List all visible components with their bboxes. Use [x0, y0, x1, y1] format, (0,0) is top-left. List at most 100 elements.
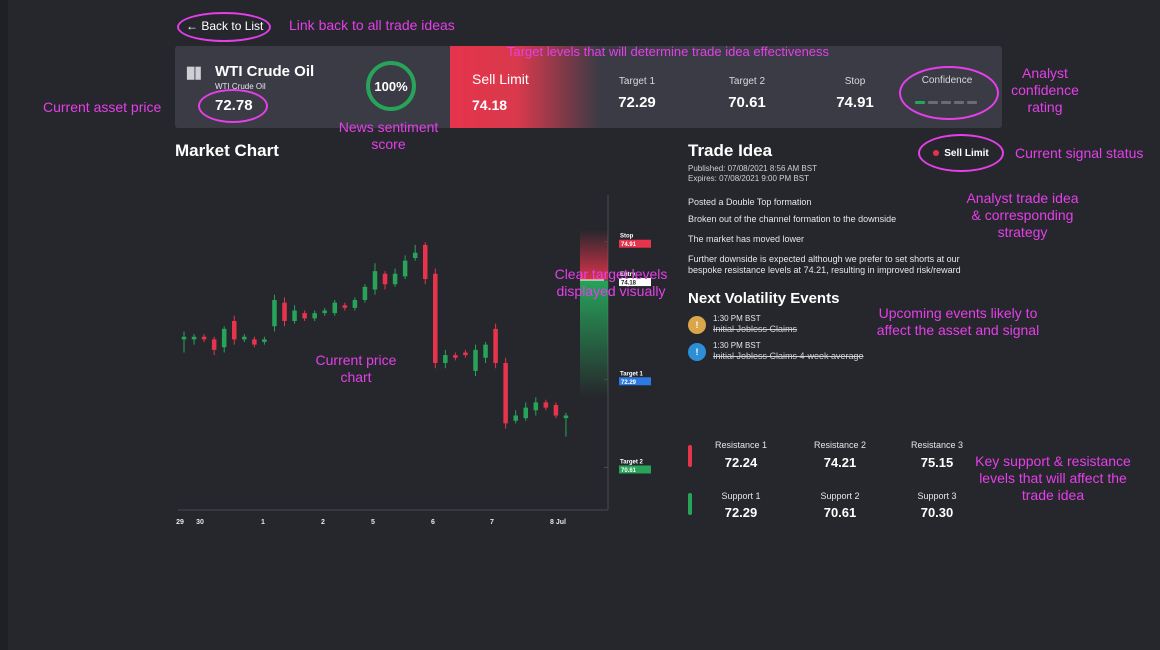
candle-body	[563, 415, 569, 419]
annotation-target-visual: Clear target levels displayed visually	[546, 266, 676, 300]
candle-body	[503, 363, 508, 424]
x-tick-label: 8 Jul	[550, 519, 566, 526]
candle-body	[513, 415, 518, 421]
trade-idea-point: Further downside is expected although we…	[688, 254, 961, 275]
level-tag-value: 70.61	[621, 468, 637, 474]
x-tick-label: 7	[490, 519, 494, 526]
support-value: 72.29	[724, 505, 758, 520]
x-tick-label: 5	[371, 519, 375, 526]
candle-body	[473, 349, 478, 371]
candle-body	[262, 339, 267, 342]
event-name[interactable]: Initial Jobless Claims 4-week average	[713, 351, 864, 361]
annotation-events: Upcoming events likely to affect the ass…	[858, 305, 1058, 339]
annotation-price-chart-line2: chart	[340, 369, 372, 385]
candle-body	[282, 302, 287, 321]
market-chart[interactable]: Stop74.91Entry74.18Target 172.29Target 2…	[170, 185, 670, 530]
candle-body	[392, 273, 398, 285]
support-label: Support 2	[820, 491, 860, 501]
candle-body	[231, 321, 237, 340]
x-tick-label: 30	[196, 519, 204, 526]
candle-body	[211, 339, 217, 350]
candle-body	[252, 339, 257, 345]
annotation-target-visual-line2: displayed visually	[556, 283, 666, 299]
alert-icon: !	[688, 343, 706, 361]
candle-body	[463, 352, 468, 356]
annotation-sentiment-line2: score	[371, 136, 406, 152]
sentiment-score: 100%	[374, 78, 408, 94]
x-tick-label: 2	[321, 519, 325, 526]
candle-body	[292, 310, 297, 321]
candle-body	[543, 402, 549, 408]
asset-name: WTI Crude Oil	[215, 63, 315, 80]
candle-body	[453, 355, 458, 358]
level-tag-name: Stop	[620, 234, 634, 240]
support-value: 70.30	[920, 505, 954, 520]
annotation-confidence: Analyst confidence rating	[1010, 65, 1080, 116]
annotation-confidence-line1: Analyst	[1022, 65, 1068, 81]
annotation-target-visual-line1: Clear target levels	[554, 266, 668, 282]
annotation-confidence-line3: rating	[1027, 99, 1063, 115]
resistance-label: Resistance 3	[910, 440, 964, 450]
candle-body	[312, 313, 317, 319]
candle-body	[483, 344, 488, 358]
resistance-value: 74.21	[823, 455, 857, 470]
event-name[interactable]: Initial Jobless Claims	[713, 324, 797, 334]
trade-idea-published: Published: 07/08/2021 8:56 AM BST	[688, 164, 817, 173]
annotation-trade-idea-line3: strategy	[997, 224, 1048, 240]
trade-idea-expires: Expires: 07/08/2021 9:00 PM BST	[688, 174, 809, 183]
level-tag-name: Target 2	[620, 459, 644, 465]
candle-body	[553, 405, 559, 416]
candle-body	[191, 336, 197, 340]
market-chart-title: Market Chart	[175, 141, 279, 160]
candle-body	[332, 302, 338, 314]
candle-body	[443, 355, 448, 363]
volatility-title: Next Volatility Events	[688, 290, 840, 307]
sentiment-gauge: 100%	[366, 61, 416, 111]
candle-body	[272, 300, 277, 327]
annotation-events-line2: affect the asset and signal	[876, 322, 1040, 338]
alert-icon: !	[688, 316, 706, 334]
annotation-trade-idea: Analyst trade idea & corresponding strat…	[955, 190, 1090, 241]
candle-body	[382, 273, 388, 285]
candle-body	[242, 336, 247, 340]
annotation-events-line1: Upcoming events likely to	[878, 305, 1038, 321]
resistance-label: Resistance 1	[714, 440, 768, 450]
candle-body	[372, 271, 378, 290]
annotation-oval-confidence	[899, 66, 999, 120]
trade-idea-title: Trade Idea	[688, 141, 773, 160]
candle-body	[412, 252, 418, 258]
x-tick-label: 1	[261, 519, 265, 526]
annotation-targets: Target levels that will determine trade …	[507, 44, 830, 59]
candle-body	[181, 336, 187, 340]
trade-idea-point: Broken out of the channel formation to t…	[688, 214, 897, 224]
stop-label: Stop	[844, 76, 866, 87]
candle-body	[433, 273, 438, 363]
support-label: Support 3	[917, 491, 957, 501]
target2-value: 70.61	[728, 94, 766, 111]
support-label: Support 1	[721, 491, 761, 501]
candle-body	[523, 407, 529, 419]
annotation-oval-status	[918, 134, 1004, 172]
target2-label: Target 2	[728, 76, 766, 87]
annotation-confidence-line2: confidence	[1011, 82, 1079, 98]
annotation-levels-line1: Key support & resistance	[975, 453, 1131, 469]
annotation-sentiment-line1: News sentiment	[338, 119, 439, 135]
x-tick-label: 29	[176, 519, 184, 526]
level-tag-value: 74.91	[621, 242, 637, 248]
annotation-back: Link back to all trade ideas	[289, 17, 455, 33]
annotation-oval-back	[177, 12, 271, 42]
target1-label: Target 1	[618, 76, 656, 87]
candle-body	[533, 402, 539, 411]
bar-chart-icon: ▉​▋	[187, 68, 204, 80]
candle-body	[402, 260, 408, 277]
annotation-signal-status: Current signal status	[1015, 145, 1144, 161]
candle-body	[422, 244, 428, 279]
trade-idea-point: Posted a Double Top formation	[688, 197, 812, 207]
annotation-price-chart-line1: Current price	[315, 352, 397, 368]
annotation-price-chart: Current price chart	[306, 352, 406, 386]
x-tick-label: 6	[431, 519, 435, 526]
support-value: 70.61	[823, 505, 857, 520]
annotation-sentiment: News sentiment score	[331, 119, 446, 153]
annotation-levels: Key support & resistance levels that wil…	[968, 453, 1138, 504]
signal-value: 74.18	[472, 97, 508, 113]
